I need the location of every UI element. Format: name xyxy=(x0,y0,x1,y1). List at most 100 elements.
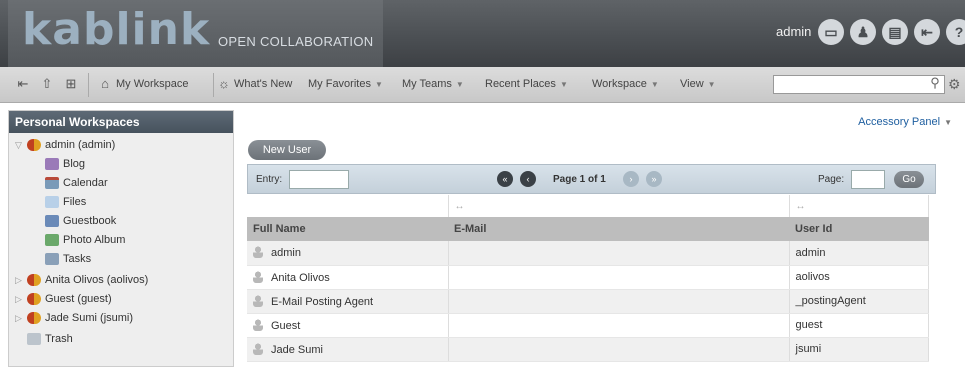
notes-icon[interactable]: ▤ xyxy=(882,19,908,45)
page-input[interactable] xyxy=(851,170,885,189)
person-icon xyxy=(253,270,263,283)
first-page-icon[interactable]: « xyxy=(497,171,513,187)
my-workspace-link[interactable]: My Workspace xyxy=(116,78,189,90)
search-icon[interactable]: ⚲ xyxy=(925,75,945,94)
my-teams-menu[interactable]: My Teams ▼ xyxy=(402,78,464,90)
main-content: Accessory Panel ▼ New User Entry: « ‹ Pag… xyxy=(240,110,965,367)
full-name-text: Jade Sumi xyxy=(271,343,323,356)
toolbar-divider xyxy=(213,73,214,97)
resize-handle[interactable] xyxy=(247,195,449,217)
collapsed-arrow-icon[interactable]: ▷ xyxy=(15,275,27,286)
logo-area: kablink OPEN COLLABORATION xyxy=(8,0,383,67)
table-row[interactable]: Guest guest xyxy=(247,313,929,338)
chevron-down-icon: ▼ xyxy=(944,118,952,127)
tree-item-files[interactable]: Files xyxy=(45,196,86,208)
full-name-text: Guest xyxy=(271,319,301,332)
resize-handle[interactable]: ↔ xyxy=(448,195,790,217)
column-header-full-name[interactable]: Full Name xyxy=(247,217,448,241)
table-row[interactable]: Jade Sumi jsumi xyxy=(247,337,929,362)
tree-item-trash[interactable]: Trash xyxy=(27,333,73,345)
help-icon[interactable]: ? xyxy=(946,19,965,45)
monitor-icon[interactable]: ▭ xyxy=(818,19,844,45)
tree-item-guest[interactable]: ▷ Guest (guest) xyxy=(15,293,112,305)
person-icon xyxy=(253,318,263,331)
tree-item-label: Calendar xyxy=(63,177,108,189)
my-favorites-menu[interactable]: My Favorites ▼ xyxy=(308,78,383,90)
upload-icon[interactable]: ⇧ xyxy=(38,76,56,94)
person-icon xyxy=(253,294,263,307)
tree-item-guestbook[interactable]: Guestbook xyxy=(45,215,116,227)
workspace-menu[interactable]: Workspace ▼ xyxy=(592,78,659,90)
logout-icon[interactable]: ⇤ xyxy=(914,19,940,45)
user-edit-icon[interactable]: ♟ xyxy=(850,19,876,45)
main-toolbar: ⇤ ⇧ ⊞ ⌂ My Workspace ☼ What's New My Fav… xyxy=(0,67,965,103)
home-icon[interactable]: ⌂ xyxy=(96,76,114,94)
last-page-icon[interactable]: » xyxy=(646,171,662,187)
tree-icon[interactable]: ⊞ xyxy=(62,76,80,94)
column-header-email[interactable]: E-Mail xyxy=(448,217,789,241)
accessory-panel-label: Accessory Panel xyxy=(858,116,941,128)
entry-input[interactable] xyxy=(289,170,349,189)
tree-item-label: Guest (guest) xyxy=(45,293,112,305)
tree-item-photo-album[interactable]: Photo Album xyxy=(45,234,125,246)
collapsed-arrow-icon[interactable]: ▷ xyxy=(15,313,27,324)
back-icon[interactable]: ⇤ xyxy=(14,76,32,94)
pager-bar: Entry: « ‹ Page 1 of 1 › » Page: Go xyxy=(247,164,936,194)
files-icon xyxy=(45,196,59,208)
table-row[interactable]: admin admin xyxy=(247,241,929,266)
view-menu[interactable]: View ▼ xyxy=(680,78,716,90)
go-button[interactable]: Go xyxy=(894,171,924,188)
chevron-down-icon: ▼ xyxy=(559,80,568,89)
full-name-cell[interactable]: Jade Sumi xyxy=(247,337,449,362)
full-name-cell[interactable]: E-Mail Posting Agent xyxy=(247,289,449,314)
tree-item-aolivos[interactable]: ▷ Anita Olivos (aolivos) xyxy=(15,274,148,286)
full-name-text: admin xyxy=(271,247,301,260)
email-cell xyxy=(448,337,790,362)
user-workspace-icon xyxy=(27,139,41,151)
accessory-panel-link[interactable]: Accessory Panel ▼ xyxy=(858,116,952,128)
table-row[interactable]: E-Mail Posting Agent _postingAgent xyxy=(247,289,929,314)
kablink-logo[interactable]: kablink xyxy=(22,8,210,52)
resize-handle[interactable]: ↔ xyxy=(789,195,929,217)
tree-item-admin[interactable]: ▽ admin (admin) xyxy=(15,139,115,151)
tree-item-blog[interactable]: Blog xyxy=(45,158,85,170)
settings-icon[interactable]: ⚙ xyxy=(948,76,961,93)
email-cell xyxy=(448,289,790,314)
recent-places-label: Recent Places xyxy=(485,78,556,90)
tree-item-label: admin (admin) xyxy=(45,139,116,151)
workspace-tree-panel: Personal Workspaces ▽ admin (admin) Blog… xyxy=(8,110,234,367)
panel-title: Personal Workspaces xyxy=(9,111,233,133)
expanded-arrow-icon[interactable]: ▽ xyxy=(15,140,27,151)
search-input[interactable] xyxy=(773,75,945,94)
page-label: Page: xyxy=(818,174,845,185)
email-cell xyxy=(448,241,790,266)
whats-new-link[interactable]: What's New xyxy=(234,78,292,90)
email-cell xyxy=(448,265,790,290)
collapsed-arrow-icon[interactable]: ▷ xyxy=(15,294,27,305)
column-header-user-id[interactable]: User Id xyxy=(789,217,929,241)
full-name-cell[interactable]: Guest xyxy=(247,313,449,338)
tasks-icon xyxy=(45,253,59,265)
user-id-cell: _postingAgent xyxy=(789,289,929,314)
tree-item-calendar[interactable]: Calendar xyxy=(45,177,108,189)
person-icon xyxy=(253,342,263,355)
tree-item-label: Anita Olivos (aolivos) xyxy=(45,274,149,286)
guestbook-icon xyxy=(45,215,59,227)
tree-item-jsumi[interactable]: ▷ Jade Sumi (jsumi) xyxy=(15,312,133,324)
chevron-down-icon: ▼ xyxy=(650,80,659,89)
trash-icon xyxy=(27,333,41,345)
next-page-icon[interactable]: › xyxy=(623,171,639,187)
whats-new-icon[interactable]: ☼ xyxy=(215,76,233,94)
user-id-cell: jsumi xyxy=(789,337,929,362)
table-row[interactable]: Anita Olivos aolivos xyxy=(247,265,929,290)
previous-page-icon[interactable]: ‹ xyxy=(520,171,536,187)
view-label: View xyxy=(680,78,704,90)
new-user-button[interactable]: New User xyxy=(248,140,326,160)
tagline: OPEN COLLABORATION xyxy=(218,34,374,49)
recent-places-menu[interactable]: Recent Places ▼ xyxy=(485,78,568,90)
tree-item-label: Files xyxy=(63,196,87,208)
tree-item-tasks[interactable]: Tasks xyxy=(45,253,91,265)
full-name-cell[interactable]: admin xyxy=(247,241,449,266)
full-name-cell[interactable]: Anita Olivos xyxy=(247,265,449,290)
current-user-name[interactable]: admin xyxy=(776,24,811,39)
